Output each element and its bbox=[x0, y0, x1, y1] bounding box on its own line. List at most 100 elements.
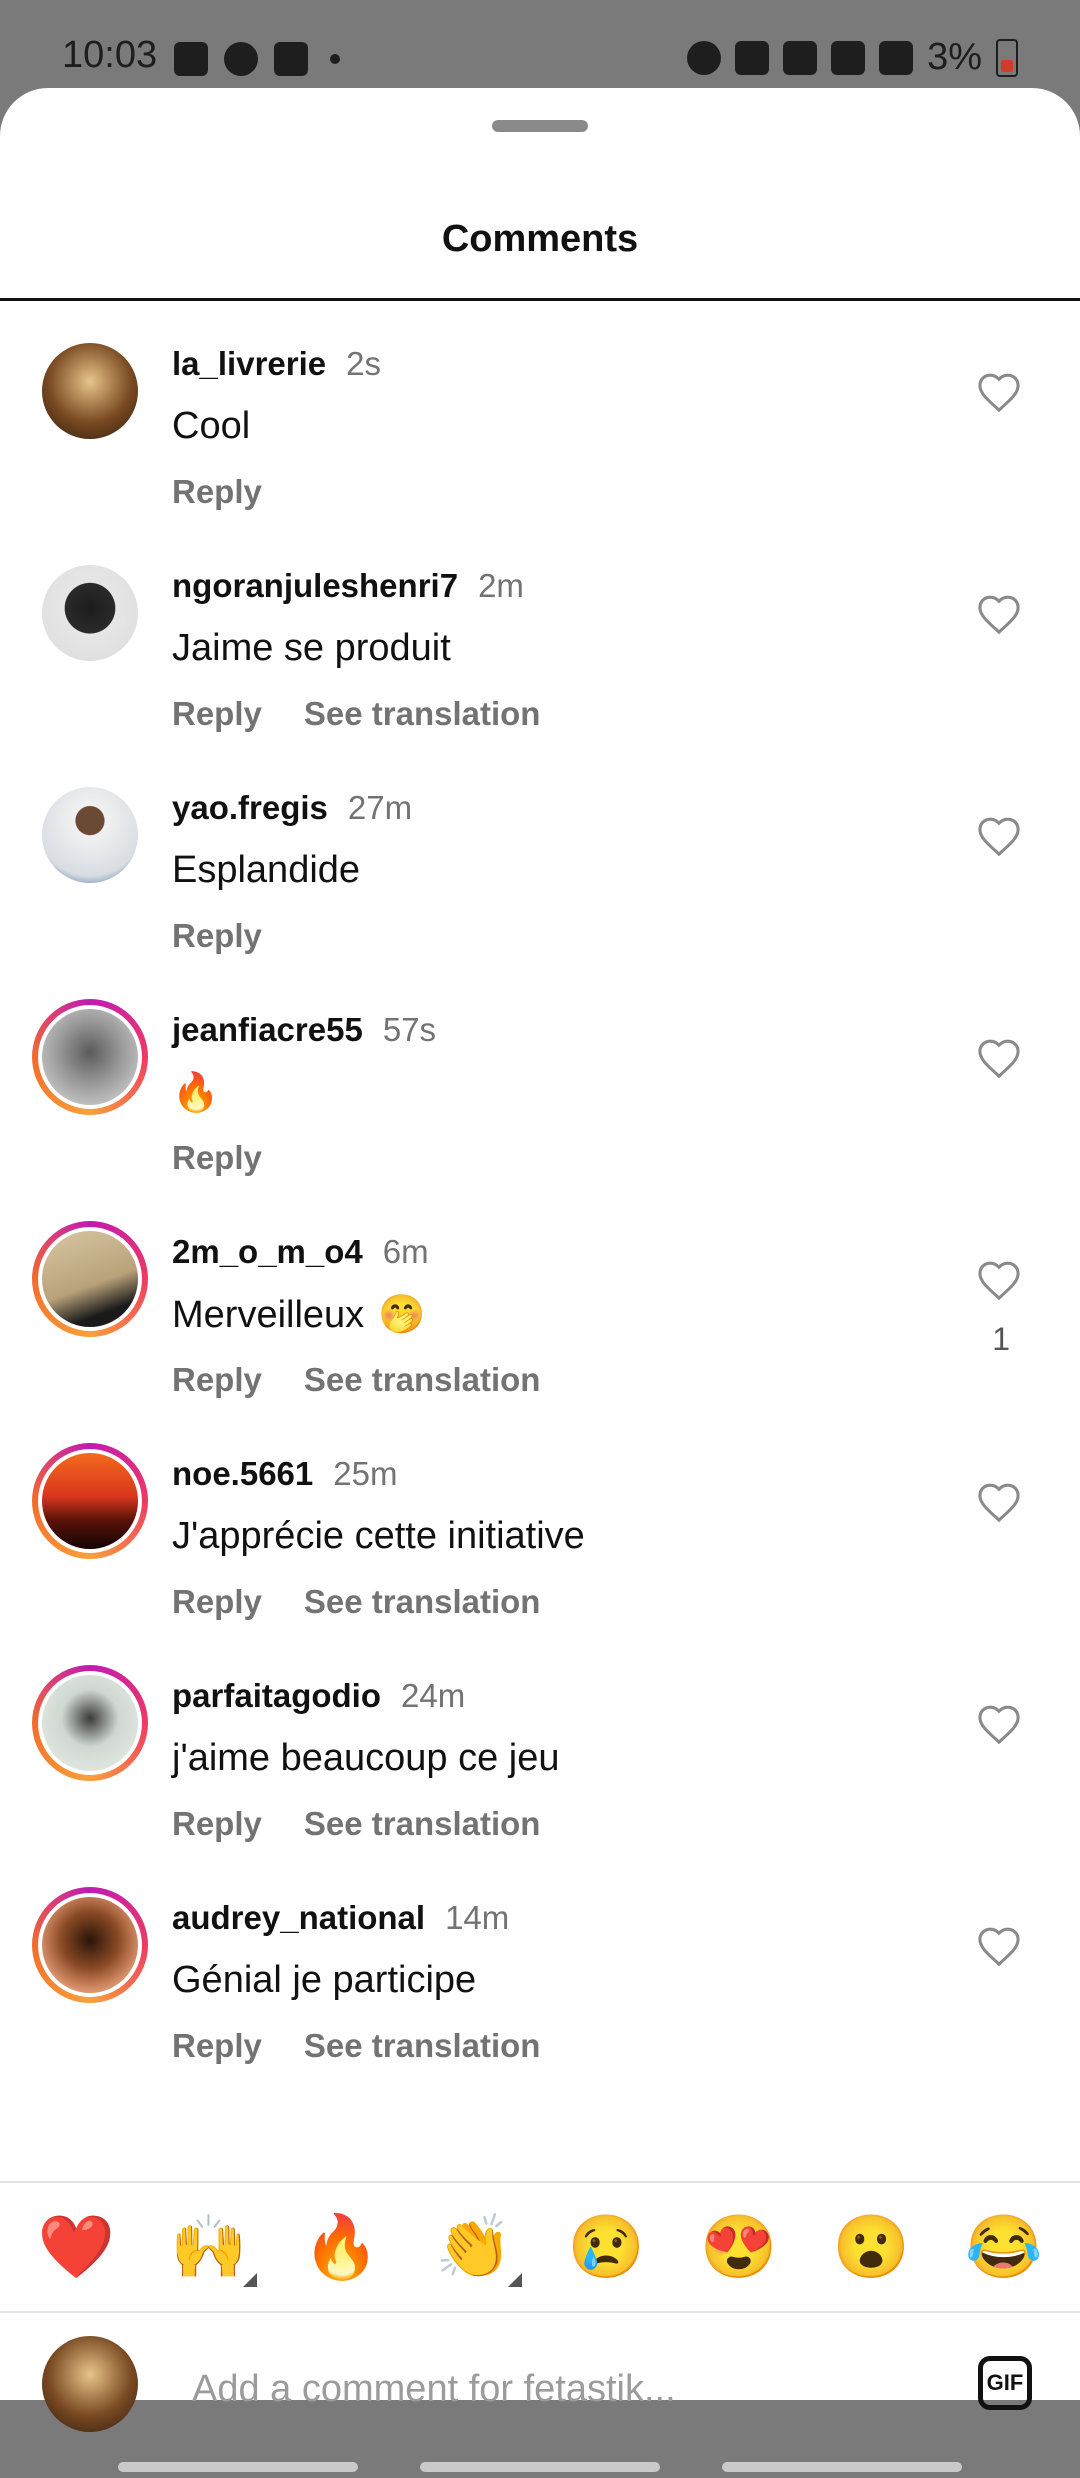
heart-icon[interactable] bbox=[976, 371, 1022, 413]
reply-button[interactable]: Reply bbox=[172, 1139, 262, 1177]
gallery-icon bbox=[174, 42, 208, 76]
heart-icon[interactable] bbox=[976, 593, 1022, 635]
reply-button[interactable]: Reply bbox=[172, 1361, 262, 1399]
see-translation-button[interactable]: See translation bbox=[304, 2027, 541, 2065]
heart-icon[interactable] bbox=[976, 1037, 1022, 1079]
comment-text: Merveilleux 🤭 bbox=[172, 1293, 426, 1337]
avatar[interactable] bbox=[42, 343, 138, 439]
comment-item: noe.5661 25m J'apprécie cette initiative… bbox=[0, 1433, 1080, 1655]
hand-over-mouth-emoji: 🤭 bbox=[378, 1294, 426, 1336]
wifi-icon bbox=[783, 40, 818, 75]
username[interactable]: ngoranjuleshenri7 bbox=[172, 567, 458, 605]
comment-time: 27m bbox=[347, 789, 413, 826]
emoji-heart-eyes[interactable]: 😍 bbox=[700, 2217, 777, 2279]
see-translation-button[interactable]: See translation bbox=[304, 1361, 541, 1399]
emoji-fire[interactable]: 🔥 bbox=[303, 2217, 380, 2279]
composer-divider bbox=[0, 2311, 1080, 2313]
username[interactable]: jeanfiacre55 bbox=[172, 1011, 363, 1049]
reply-button[interactable]: Reply bbox=[172, 695, 262, 733]
gesture-pill-center bbox=[420, 2462, 660, 2472]
comment-text: 🔥 bbox=[172, 1072, 220, 1114]
comment-actions: Reply See translation bbox=[172, 1361, 540, 1399]
comment-item: yao.fregis 27m Esplandide Reply bbox=[0, 767, 1080, 989]
username[interactable]: yao.fregis bbox=[172, 789, 328, 827]
comment-input[interactable] bbox=[190, 2358, 954, 2420]
comment-text: Jaime se produit bbox=[172, 627, 451, 669]
avatar bbox=[42, 1009, 138, 1105]
comment-item: parfaitagodio 24m j'aime beaucoup ce jeu… bbox=[0, 1655, 1080, 1877]
signal-2-icon bbox=[879, 40, 914, 75]
see-translation-button[interactable]: See translation bbox=[304, 1583, 541, 1621]
avatar[interactable] bbox=[42, 565, 138, 661]
reply-button[interactable]: Reply bbox=[172, 1583, 262, 1621]
comment-item: jeanfiacre55 57s 🔥 Reply bbox=[0, 989, 1080, 1211]
comment-meta: ngoranjuleshenri7 2m bbox=[172, 567, 524, 605]
heart-icon[interactable] bbox=[976, 1259, 1022, 1301]
comment-time: 25m bbox=[333, 1455, 398, 1492]
avatar bbox=[42, 1453, 138, 1549]
story-avatar[interactable] bbox=[32, 1443, 148, 1559]
sheet-title: Comments bbox=[441, 218, 639, 260]
battery-percent: 3% bbox=[927, 36, 982, 78]
avatar[interactable] bbox=[42, 787, 138, 883]
reply-button[interactable]: Reply bbox=[172, 1805, 262, 1843]
comment-text-content: Merveilleux bbox=[172, 1293, 365, 1336]
emoji-clapping[interactable]: 👏 bbox=[435, 2217, 523, 2287]
emoji-heart[interactable]: ❤️ bbox=[38, 2217, 115, 2279]
comments-sheet: Comments la_livrerie 2s Cool Reply ngora… bbox=[0, 88, 1080, 2472]
emoji-surprised[interactable]: 😮 bbox=[833, 2217, 910, 2279]
reply-button[interactable]: Reply bbox=[172, 473, 262, 511]
snapchat-icon bbox=[274, 42, 308, 76]
comment-actions: Reply See translation bbox=[172, 695, 540, 733]
avatar bbox=[42, 1897, 138, 1993]
notification-icons bbox=[174, 42, 340, 76]
emoji-crying[interactable]: 😢 bbox=[568, 2217, 645, 2279]
status-time: 10:03 bbox=[62, 34, 158, 76]
username[interactable]: 2m_o_m_o4 bbox=[172, 1233, 363, 1271]
comment-meta: parfaitagodio 24m bbox=[172, 1677, 465, 1715]
reply-button[interactable]: Reply bbox=[172, 2027, 262, 2065]
comment-text: Génial je participe bbox=[172, 1959, 477, 2001]
heart-icon[interactable] bbox=[976, 1481, 1022, 1523]
comment-time: 2m bbox=[478, 567, 524, 604]
see-translation-button[interactable]: See translation bbox=[304, 1805, 541, 1843]
status-right: 3% bbox=[687, 36, 1018, 79]
story-avatar[interactable] bbox=[32, 1887, 148, 2003]
username[interactable]: parfaitagodio bbox=[172, 1677, 381, 1715]
heart-icon[interactable] bbox=[976, 815, 1022, 857]
emoji-raising-hands[interactable]: 🙌 bbox=[170, 2217, 258, 2287]
heart-icon[interactable] bbox=[976, 1925, 1022, 1967]
emoji-raising-hands-glyph: 🙌 bbox=[170, 2213, 248, 2282]
comment-text: Cool bbox=[172, 405, 251, 447]
battery-icon bbox=[996, 38, 1018, 77]
comment-time: 14m bbox=[445, 1899, 510, 1936]
gesture-pill-right bbox=[722, 2462, 962, 2472]
comment-actions: Reply bbox=[172, 917, 262, 955]
see-translation-button[interactable]: See translation bbox=[304, 695, 541, 733]
gesture-pill-left bbox=[118, 2462, 358, 2472]
avatar bbox=[42, 1675, 138, 1771]
username[interactable]: noe.5661 bbox=[172, 1455, 313, 1493]
gif-button[interactable]: GIF bbox=[978, 2356, 1032, 2410]
comment-text: J'apprécie cette initiative bbox=[172, 1515, 585, 1557]
comment-actions: Reply See translation bbox=[172, 2027, 540, 2065]
story-avatar[interactable] bbox=[32, 1665, 148, 1781]
username[interactable]: audrey_national bbox=[172, 1899, 425, 1937]
like-count: 1 bbox=[992, 1321, 1010, 1357]
heart-icon[interactable] bbox=[976, 1703, 1022, 1745]
story-avatar[interactable] bbox=[32, 1221, 148, 1337]
gesture-bar bbox=[0, 2458, 1080, 2478]
emoji-divider bbox=[0, 2181, 1080, 2183]
comment-text: Esplandide bbox=[172, 849, 361, 891]
reply-button[interactable]: Reply bbox=[172, 917, 262, 955]
skin-tone-indicator-icon bbox=[243, 2273, 258, 2287]
signal-icon bbox=[831, 40, 866, 75]
comment-actions: Reply See translation bbox=[172, 1583, 540, 1621]
comment-time: 2s bbox=[346, 345, 381, 382]
emoji-laughing[interactable]: 😂 bbox=[965, 2217, 1042, 2279]
username[interactable]: la_livrerie bbox=[172, 345, 326, 383]
drag-handle[interactable] bbox=[492, 120, 588, 132]
story-avatar[interactable] bbox=[32, 999, 148, 1115]
comment-time: 24m bbox=[401, 1677, 466, 1714]
comment-actions: Reply bbox=[172, 473, 262, 511]
